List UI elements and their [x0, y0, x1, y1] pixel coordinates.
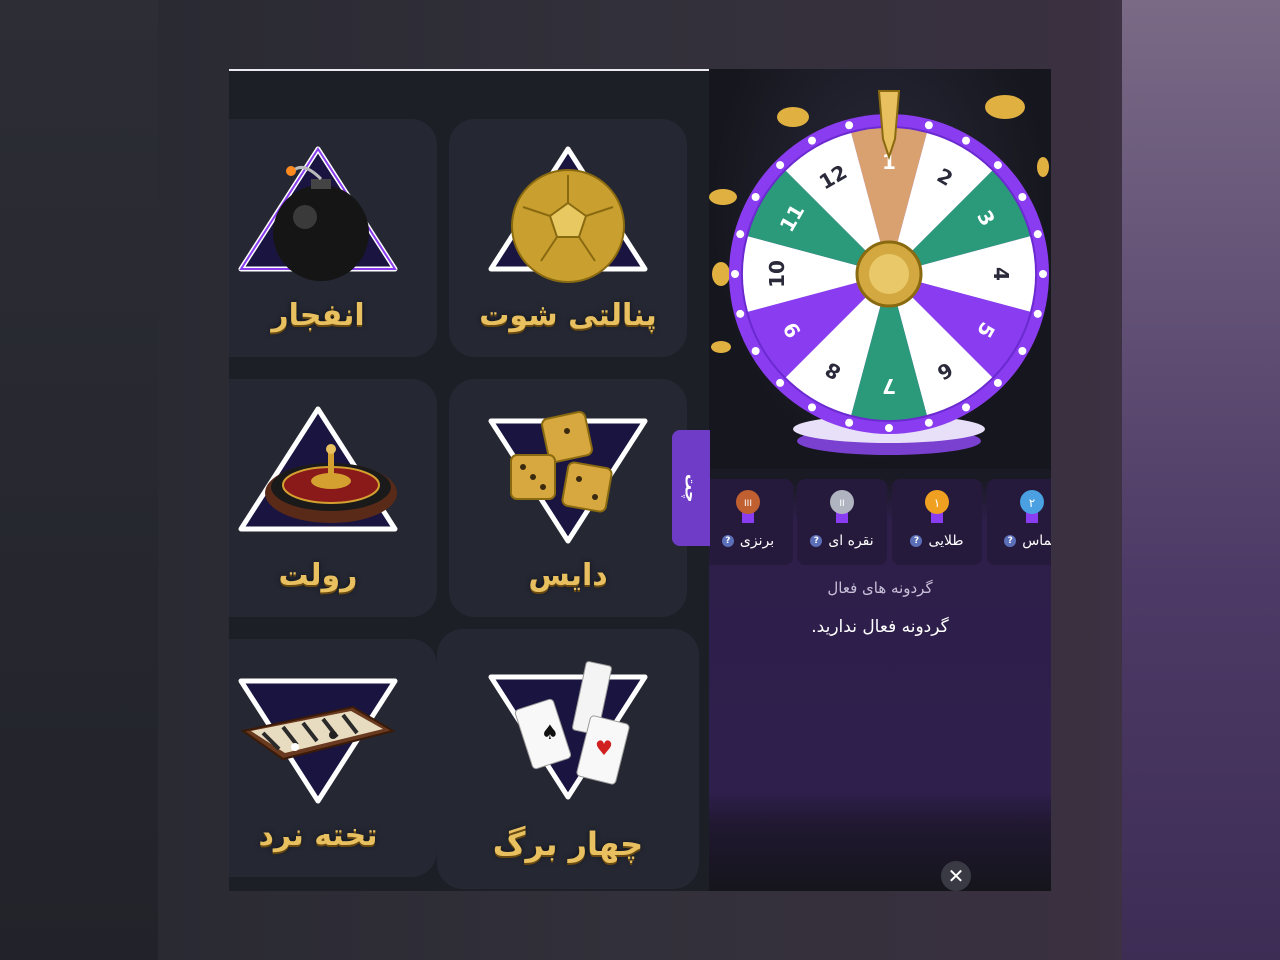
background-right [1122, 0, 1280, 960]
wheel-light [885, 424, 893, 432]
close-icon: ✕ [947, 864, 965, 888]
tier-name: نقره ای [828, 533, 874, 549]
wheel-light [808, 403, 816, 412]
help-icon[interactable]: ? [810, 535, 823, 547]
svg-text:♥: ♥ [595, 736, 613, 760]
wheel-number: 10 [765, 260, 789, 288]
wheel-number: 4 [989, 267, 1013, 281]
coin-icon [709, 189, 737, 205]
app-screen: انفجار پنالتی شوت رولت دایس تخته نرد ♠ ♥… [229, 69, 1051, 891]
tier-name: طلایی [928, 533, 964, 549]
fortune-wheel[interactable]: 123456789101112 [709, 69, 1051, 469]
svg-text:III: III [744, 499, 752, 509]
tier-name: الماس [1022, 533, 1051, 549]
wheel-light [845, 121, 854, 130]
medal-icon: ۲ [1020, 490, 1044, 523]
game-label: رولت [278, 558, 358, 593]
medal-icon: ۱ [925, 490, 949, 523]
coin-icon [711, 341, 731, 353]
chat-tab-label: چت [681, 473, 701, 503]
help-icon[interactable]: ? [910, 535, 923, 547]
wheel-light [731, 270, 739, 278]
svg-text:II: II [839, 499, 844, 509]
tier-silver[interactable]: II نقره ای? [797, 479, 887, 565]
tier-name: برنزی [739, 533, 775, 549]
game-card-dice[interactable]: دایس [449, 379, 687, 617]
no-active-message: گردونه فعال ندارید. [811, 617, 949, 637]
wheel-light [924, 121, 933, 130]
soccer-ball-icon [488, 146, 648, 283]
wheel-light [924, 418, 933, 427]
game-label: چهار برگ [492, 825, 644, 863]
svg-text:♠: ♠ [541, 720, 559, 744]
wheel-panel: 123456789101112 ۲ الماس? [709, 69, 1051, 891]
wheel-number: 7 [882, 374, 896, 398]
wheel-light [993, 161, 1002, 170]
background-left [0, 0, 158, 960]
roulette-icon [238, 406, 398, 532]
coin-icon [712, 262, 730, 286]
game-card-four-cards[interactable]: ♠ ♥ چهار برگ [437, 629, 699, 889]
coin-icon [777, 107, 809, 127]
wheel-light [1039, 270, 1047, 278]
active-wheels-title: گردونه های فعال [827, 579, 933, 597]
game-label: تخته نرد [258, 818, 378, 853]
medal-icon: II [830, 490, 854, 523]
backgammon-icon [238, 678, 398, 804]
games-grid: انفجار پنالتی شوت رولت دایس تخته نرد ♠ ♥… [229, 69, 709, 891]
wheel-light [776, 161, 785, 170]
coin-icon [1037, 157, 1049, 177]
wheel-light [962, 136, 970, 145]
help-icon[interactable]: ? [1004, 535, 1017, 547]
medal-icon: III [736, 490, 760, 523]
tier-diamond[interactable]: ۲ الماس? [987, 479, 1051, 565]
wheel-light [962, 403, 970, 412]
wheel-light [751, 347, 760, 355]
playing-cards-icon: ♠ ♥ [488, 661, 648, 800]
wheel-hub-center [869, 254, 909, 294]
game-card-penalty[interactable]: پنالتی شوت [449, 119, 687, 357]
svg-text:۲: ۲ [1029, 496, 1035, 510]
game-label: دایس [528, 558, 608, 593]
game-card-backgammon[interactable]: تخته نرد [229, 639, 437, 877]
tier-gold[interactable]: ۱ طلایی? [892, 479, 982, 565]
wheel-light [1033, 309, 1042, 318]
bomb-icon [238, 146, 398, 281]
wheel-light [776, 378, 785, 387]
coin-icon [985, 95, 1025, 119]
game-label: پنالتی شوت [479, 298, 657, 333]
wheel-light [1033, 230, 1042, 239]
wheel-light [808, 136, 816, 145]
help-icon[interactable]: ? [721, 535, 734, 547]
wheel-stage: 1 2 3 4 5 6 7 8 9 10 11 12 [709, 69, 1051, 469]
wheel-light [1018, 347, 1027, 355]
wheel-light [736, 309, 745, 318]
game-card-crash[interactable]: انفجار [229, 119, 437, 357]
game-card-roulette[interactable]: رولت [229, 379, 437, 617]
wheel-light [993, 378, 1002, 387]
chat-tab[interactable]: چت [672, 430, 710, 546]
wheel-light [736, 230, 745, 239]
wheel-light [845, 418, 854, 427]
game-label: انفجار [271, 298, 365, 333]
wheel-light [1018, 193, 1027, 201]
close-button[interactable]: ✕ [941, 861, 971, 891]
svg-text:۱: ۱ [934, 496, 940, 510]
dice-icon [488, 411, 648, 544]
tier-bronze[interactable]: III برنزی? [709, 479, 793, 565]
tier-list: ۲ الماس? ۱ طلایی? II نقره ای? [709, 479, 1051, 569]
wheel-light [751, 193, 760, 201]
